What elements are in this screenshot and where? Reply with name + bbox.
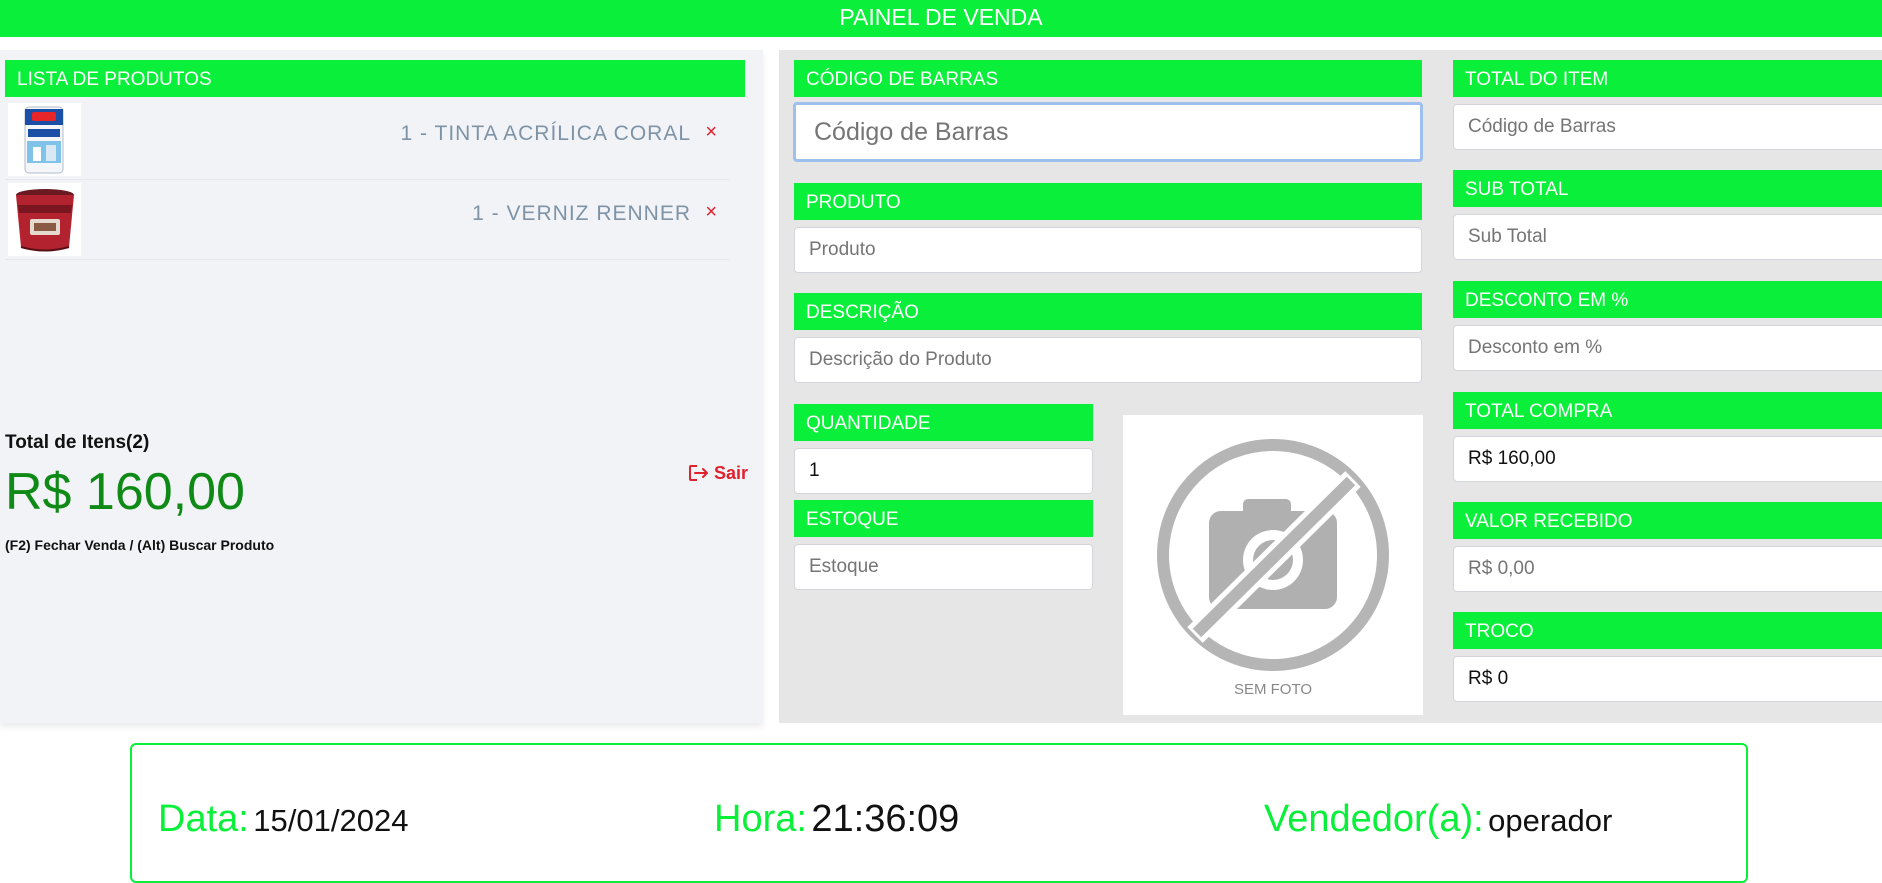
stock-label: ESTOQUE [794, 500, 1093, 537]
product-name: 1 - VERNIZ RENNER [472, 202, 691, 225]
description-input[interactable] [794, 337, 1422, 383]
barcode-label: CÓDIGO DE BARRAS [794, 60, 1422, 97]
renner-varnish-bucket-icon [8, 183, 81, 256]
sub-total-input[interactable] [1453, 214, 1882, 260]
change-label: TROCO [1453, 612, 1882, 649]
seller-info: Vendedor(a): operador [1264, 798, 1612, 841]
received-value-input[interactable] [1453, 546, 1882, 592]
product-list-panel: LISTA DE PRODUTOS 1 - TINTA ACRÍLICA COR… [0, 50, 763, 723]
sign-out-icon [689, 465, 708, 481]
exit-label: Sair [714, 463, 749, 483]
page-title: PAINEL DE VENDA [0, 0, 1882, 37]
purchase-total-input[interactable] [1453, 436, 1882, 482]
product-input[interactable] [794, 227, 1422, 273]
seller-value: operador [1488, 803, 1613, 838]
sale-form-panel: CÓDIGO DE BARRAS PRODUTO DESCRIÇÃO QUANT… [779, 50, 1882, 723]
quantity-input[interactable] [794, 448, 1093, 494]
product-photo-placeholder: SEM FOTO [1123, 415, 1423, 715]
change-input[interactable] [1453, 656, 1882, 702]
sale-info-footer: Data: 15/01/2024 Hora: 21:36:09 Vendedor… [130, 743, 1748, 883]
sub-total-label: SUB TOTAL [1453, 170, 1882, 207]
discount-input[interactable] [1453, 325, 1882, 371]
barcode-input[interactable] [793, 102, 1423, 162]
item-total-label: TOTAL DO ITEM [1453, 60, 1882, 97]
keyboard-shortcuts-hint: (F2) Fechar Venda / (Alt) Buscar Produto [5, 537, 275, 553]
time-info: Hora: 21:36:09 [714, 798, 959, 841]
coral-paint-can-icon [8, 103, 81, 176]
no-camera-icon [1157, 439, 1389, 671]
list-item[interactable]: 1 - TINTA ACRÍLICA CORAL × [5, 100, 729, 180]
stock-input[interactable] [794, 544, 1093, 590]
purchase-total-label: TOTAL COMPRA [1453, 392, 1882, 429]
product-label: PRODUTO [794, 183, 1422, 220]
description-label: DESCRIÇÃO [794, 293, 1422, 330]
remove-item-button[interactable]: × [705, 201, 717, 224]
date-value: 15/01/2024 [253, 803, 409, 838]
time-value: 21:36:09 [811, 798, 960, 840]
date-info: Data: 15/01/2024 [158, 798, 408, 841]
date-label: Data: [158, 798, 249, 840]
discount-label: DESCONTO EM % [1453, 281, 1882, 318]
product-name: 1 - TINTA ACRÍLICA CORAL [400, 122, 691, 145]
exit-button[interactable]: Sair [688, 463, 748, 484]
item-total-input[interactable] [1453, 104, 1882, 150]
list-item[interactable]: 1 - VERNIZ RENNER × [5, 180, 729, 260]
time-label: Hora: [714, 798, 807, 840]
quantity-label: QUANTIDADE [794, 404, 1093, 441]
remove-item-button[interactable]: × [705, 121, 717, 144]
no-photo-caption: SEM FOTO [1233, 681, 1313, 698]
total-items-label: Total de Itens(2) [5, 432, 150, 453]
received-value-label: VALOR RECEBIDO [1453, 502, 1882, 539]
total-value: R$ 160,00 [5, 463, 245, 521]
seller-label: Vendedor(a): [1264, 798, 1484, 840]
product-list-header: LISTA DE PRODUTOS [5, 60, 745, 97]
